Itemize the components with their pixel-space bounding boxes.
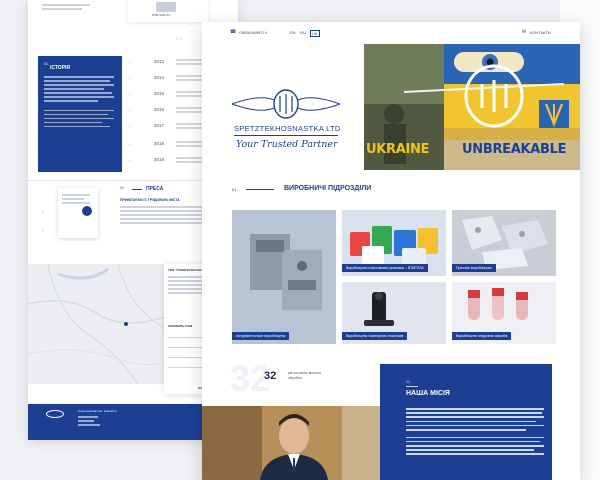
press-document-thumbnail[interactable] — [58, 188, 98, 238]
product-card[interactable]: РМБ 5266.Р1 — [128, 0, 208, 22]
map-pin-icon[interactable] — [124, 322, 128, 326]
press-title: ПРЕСА — [146, 186, 164, 192]
stat-number: 32 — [264, 370, 277, 382]
history-title: ІСТОРІЯ — [50, 65, 71, 71]
tile-plastic-packaging[interactable]: Виробництво пластикових упаковок – ВТАРП… — [342, 210, 446, 276]
mission-panel: 02. НАША МІСІЯ — [380, 364, 552, 480]
tile-label: Виробництво інженерних пластиків — [342, 332, 408, 340]
sections-title: ВИРОБНИЧІ ПІДРОЗДІЛИ — [284, 185, 372, 192]
tile-medical[interactable]: Виробництво медичних виробів — [452, 282, 556, 344]
director-photo — [202, 406, 380, 480]
footer-logo — [46, 410, 64, 418]
logo-tagline: Your Trusted Partner — [236, 139, 338, 150]
product-image — [156, 2, 176, 12]
banner-text-unbreakable: UNBREAKABLE — [462, 142, 567, 157]
mission-number: 02. — [406, 380, 411, 384]
tile-label: Пресове виробництво — [452, 264, 496, 272]
lang-en[interactable]: EN — [290, 30, 296, 35]
company-logo[interactable] — [230, 86, 342, 122]
phone-icon: ☎ — [230, 29, 237, 35]
press-next-arrow[interactable]: › — [42, 228, 44, 234]
form-title: НАПИШІТЬ НАМ — [168, 324, 193, 328]
press-subtitle[interactable]: ПРИВІТАЄМО З ТРУДОВОЮ МІСТА — [120, 198, 180, 202]
logo-area: SPETZTEKHOSNASTKA LTD Your Trusted Partn… — [202, 44, 364, 170]
history-panel: 01. ІСТОРІЯ — [38, 56, 122, 172]
mail-icon: ✉ — [522, 29, 527, 35]
front-page: ☎ +380504658714 EN RU UK ✉ КОНТАКТИ SPET… — [202, 22, 580, 480]
stat-text: рік на ринку метало­обробки — [288, 371, 323, 380]
sections-number: 01. — [232, 187, 238, 192]
press-prev-arrow[interactable]: ‹ — [42, 210, 44, 216]
tile-label: Виробництво пластикових упаковок – ВТАРП… — [342, 264, 428, 272]
mission-title: НАША МІСІЯ — [406, 390, 450, 397]
top-bar: ☎ +380504658714 EN RU UK ✉ КОНТАКТИ — [202, 22, 580, 44]
contacts-link[interactable]: КОНТАКТИ — [530, 30, 551, 35]
banner-text-ukraine: UKRAINE — [366, 142, 430, 157]
mission-text — [406, 408, 546, 457]
tile-label: Виробництво медичних виробів — [452, 332, 512, 340]
phone-number[interactable]: +380504658714 — [238, 30, 267, 35]
top-text-block — [42, 4, 102, 12]
carousel-arrows[interactable]: ‹ › — [176, 36, 182, 42]
tile-engineering-plastics[interactable]: Виробництво інженерних пластиків — [342, 282, 446, 344]
tile-label: Інструментальне виробництво — [232, 332, 290, 340]
tile-tooling[interactable]: Інструментальне виробництво — [232, 210, 336, 344]
lang-uk[interactable]: UK — [310, 30, 320, 37]
hero-banner: UKRAINE UNBREAKABLE — [364, 44, 580, 170]
tile-press[interactable]: Пресове виробництво — [452, 210, 556, 276]
logo-name: SPETZTEKHOSNASTKA LTD — [234, 124, 341, 133]
lang-ru[interactable]: RU — [300, 30, 306, 35]
product-caption: РМБ 5266.Р1 — [152, 13, 171, 17]
